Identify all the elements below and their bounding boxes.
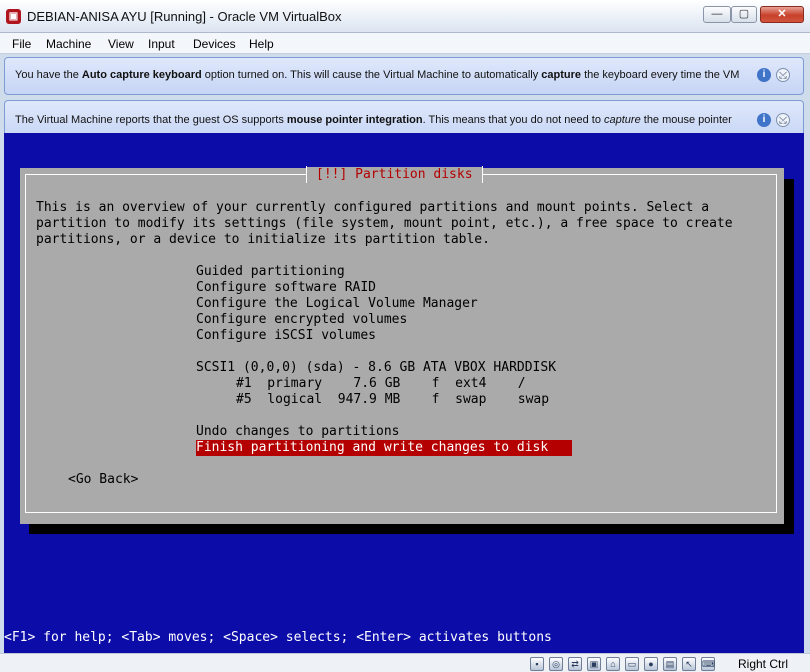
notification-text: You have the xyxy=(15,69,82,81)
network-icon[interactable]: ▣ xyxy=(587,657,601,671)
option-iscsi-volumes[interactable]: Configure iSCSI volumes xyxy=(196,328,376,344)
partition-entry[interactable]: #1 primary 7.6 GB f ext4 / xyxy=(236,376,526,392)
notification-text: . This means that you do not need to xyxy=(422,114,604,126)
close-button[interactable]: ✕ xyxy=(760,6,804,23)
option-undo-changes[interactable]: Undo changes to partitions xyxy=(196,424,400,440)
go-back-button[interactable]: <Go Back> xyxy=(68,472,138,488)
partition-entry[interactable]: #5 logical 947.9 MB f swap swap xyxy=(236,392,549,408)
hdd-icon[interactable]: ▪ xyxy=(530,657,544,671)
option-software-raid[interactable]: Configure software RAID xyxy=(196,280,376,296)
notification-message: The Virtual Machine reports that the gue… xyxy=(15,114,732,126)
notification-bold-text: mouse pointer integration xyxy=(286,114,423,126)
keyboard-capture-notification: You have the Auto capture keyboard optio… xyxy=(4,57,804,95)
description-line: partition to modify its settings (file s… xyxy=(36,216,733,231)
notification-text: the keyboard every time the VM xyxy=(581,69,740,81)
usb-icon[interactable]: ⇄ xyxy=(568,657,582,671)
maximize-button[interactable]: ▢ xyxy=(731,6,757,23)
optical-drive-icon[interactable]: ◎ xyxy=(549,657,563,671)
notification-text: option turned on. This will cause the Vi… xyxy=(201,69,542,81)
disk-entry[interactable]: SCSI1 (0,0,0) (sda) - 8.6 GB ATA VBOX HA… xyxy=(196,360,556,376)
notification-text: The Virtual Machine reports that the gue… xyxy=(15,114,287,126)
keyboard-icon[interactable]: ⌨ xyxy=(701,657,715,671)
menu-bar: File Machine View Input Devices Help xyxy=(0,33,810,54)
installer-help-line: <F1> for help; <Tab> moves; <Space> sele… xyxy=(4,630,552,645)
shared-folder-icon[interactable]: ⌂ xyxy=(606,657,620,671)
option-lvm[interactable]: Configure the Logical Volume Manager xyxy=(196,296,478,312)
menu-help[interactable]: Help xyxy=(249,37,274,51)
option-guided-partitioning[interactable]: Guided partitioning xyxy=(196,264,345,280)
video-capture-icon[interactable]: ● xyxy=(644,657,658,671)
info-close-icon[interactable]: i xyxy=(757,113,771,127)
status-bar: ▪ ◎ ⇄ ▣ ⌂ ▭ ● ▤ ↖ ⌨ Right Ctrl xyxy=(0,653,810,672)
description-line: partitions, or a device to initialize it… xyxy=(36,232,490,247)
minimize-button[interactable]: — xyxy=(703,6,731,23)
menu-file[interactable]: File xyxy=(12,37,31,51)
option-finish-partitioning[interactable]: Finish partitioning and write changes to… xyxy=(196,440,572,456)
partition-disks-dialog: [!!] Partition disks This is an overview… xyxy=(20,166,784,524)
menu-input[interactable]: Input xyxy=(148,37,175,51)
menu-devices[interactable]: Devices xyxy=(193,37,236,51)
display-icon[interactable]: ▭ xyxy=(625,657,639,671)
cpu-icon: ▤ xyxy=(663,657,677,671)
vm-display[interactable]: [!!] Partition disks This is an overview… xyxy=(4,133,804,653)
title-bar: ▣ DEBIAN-ANISA AYU [Running] - Oracle VM… xyxy=(0,0,810,33)
notification-italic-text: capture xyxy=(604,114,641,126)
mouse-integration-icon[interactable]: ↖ xyxy=(682,657,696,671)
notification-message: You have the Auto capture keyboard optio… xyxy=(15,69,739,81)
window-title: DEBIAN-ANISA AYU [Running] - Oracle VM V… xyxy=(27,9,342,24)
dialog-title: [!!] Partition disks xyxy=(306,166,483,183)
virtualbox-app-icon: ▣ xyxy=(6,9,21,24)
menu-view[interactable]: View xyxy=(108,37,134,51)
description-line: This is an overview of your currently co… xyxy=(36,200,710,215)
host-key-label: Right Ctrl xyxy=(738,657,789,671)
notification-bold-text: Auto capture keyboard xyxy=(81,69,202,81)
do-not-show-again-icon[interactable]: ⤩ xyxy=(776,113,790,127)
info-close-icon[interactable]: i xyxy=(757,68,771,82)
notification-text: the mouse pointer xyxy=(640,114,732,126)
option-encrypted-volumes[interactable]: Configure encrypted volumes xyxy=(196,312,407,328)
notification-bold-text: capture xyxy=(541,69,582,81)
do-not-show-again-icon[interactable]: ⤩ xyxy=(776,68,790,82)
menu-machine[interactable]: Machine xyxy=(46,37,91,51)
